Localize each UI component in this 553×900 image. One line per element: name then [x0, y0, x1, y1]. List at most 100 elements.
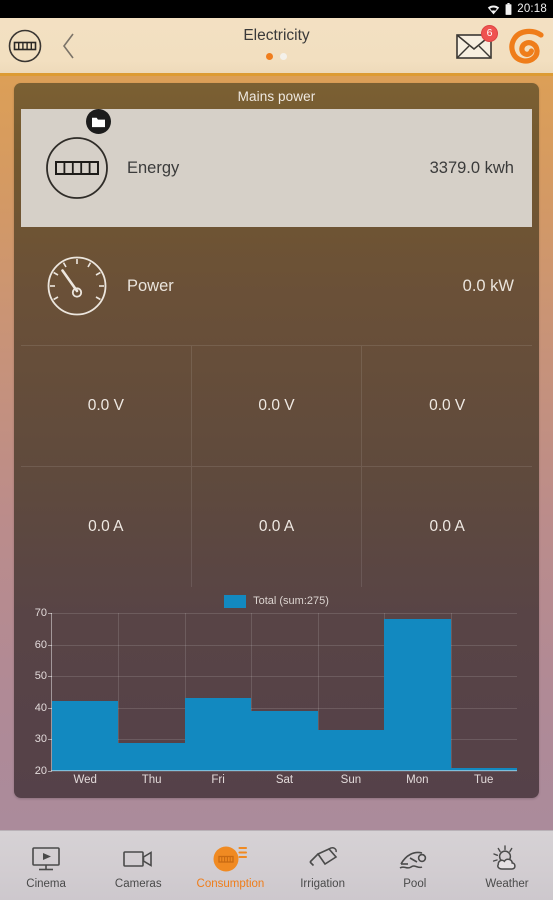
chart-y-axis: [51, 613, 52, 771]
folder-badge[interactable]: [86, 109, 111, 134]
chart-x-labels: Wed Thu Fri Sat Sun Mon Tue: [52, 771, 517, 790]
legend-swatch: [224, 594, 247, 608]
fibaro-logo-icon: [509, 28, 544, 64]
chart-bar-cell[interactable]: [118, 613, 185, 771]
card-title: Mains power: [237, 88, 316, 104]
nav-label-cameras: Cameras: [114, 878, 162, 890]
chart-legend: Total (sum:275): [24, 591, 529, 611]
chart-bar[interactable]: [251, 710, 318, 771]
watering-can-icon: [307, 844, 339, 874]
page-dot-2[interactable]: [280, 52, 287, 60]
chart-x-tick-label: Thu: [141, 774, 162, 786]
chart-y-tick-label: 50: [34, 670, 47, 683]
sun-cloud-icon: [491, 844, 523, 874]
app-bar-actions: 6: [452, 24, 553, 68]
nav-item-irrigation[interactable]: Irrigation: [277, 831, 369, 900]
chart-x-tick-label: Tue: [474, 774, 494, 786]
chart-x-tick-label: Wed: [73, 774, 97, 786]
status-bar-clock: 20:18: [517, 3, 547, 15]
electricity-meter-icon: [8, 29, 42, 62]
nav-label-pool: Pool: [403, 878, 427, 890]
mail-button[interactable]: 6: [452, 24, 500, 66]
nav-item-cameras[interactable]: Cameras: [92, 831, 184, 900]
measurement-row-voltage: 0.0 V 0.0 V 0.0 V: [21, 345, 533, 466]
chart-y-tick-label: 30: [34, 733, 47, 746]
measurement-grid: 0.0 V 0.0 V 0.0 V 0.0 A 0.0 A 0.0 A: [14, 345, 539, 587]
wifi-icon: [488, 4, 500, 14]
nav-item-weather[interactable]: Weather: [461, 831, 553, 900]
row-energy-icon-wrap: [39, 109, 115, 201]
chart-x-tick-label: Fri: [211, 774, 225, 786]
app-root: 20:18 Electricity 6 Mains power Energy 3…: [0, 0, 553, 900]
chart-plot-area: 20 30 40 50 60 70: [35, 607, 517, 777]
measurement-row-current: 0.0 A 0.0 A 0.0 A: [21, 466, 533, 587]
cell-current-1[interactable]: 0.0 A: [21, 466, 192, 587]
app-bar: Electricity 6: [0, 18, 553, 76]
page-dot-1[interactable]: [266, 52, 273, 60]
tv-play-icon: [31, 844, 61, 874]
content-area: Mains power Energy 3379.0 kwh Power 0.0 …: [0, 76, 553, 830]
chart-y-tick-mark: [48, 644, 52, 646]
chart-bar-cell[interactable]: [251, 613, 318, 771]
chart-y-tick-label: 40: [34, 701, 47, 714]
mains-power-card: Mains power Energy 3379.0 kwh Power 0.0 …: [14, 83, 539, 798]
chart-x-tick-label: Sun: [340, 774, 362, 786]
logo-button[interactable]: [504, 24, 548, 68]
nav-item-cinema[interactable]: Cinema: [0, 831, 92, 900]
chart-bar[interactable]: [384, 619, 451, 771]
chart-bar-cell[interactable]: [450, 613, 517, 771]
chart-y-tick-label: 20: [34, 765, 47, 777]
bottom-nav: Cinema Cameras Consumption Irrigation Po…: [0, 830, 553, 900]
chart-y-tick-mark: [48, 613, 52, 614]
page-title: Electricity: [243, 27, 310, 45]
chart-bar-cell[interactable]: [184, 613, 252, 771]
chart-y-tick-mark: [48, 739, 52, 741]
nav-label-cinema: Cinema: [26, 878, 66, 890]
chart-y-tick-mark: [48, 676, 52, 678]
chart-bar[interactable]: [52, 701, 119, 771]
electricity-meter-icon: [212, 844, 248, 874]
status-bar: 20:18: [0, 0, 553, 18]
chart-bar[interactable]: [118, 742, 185, 771]
nav-label-consumption: Consumption: [196, 878, 265, 890]
folder-icon: [92, 117, 105, 128]
chart-y-tick-label: 70: [34, 607, 47, 619]
battery-icon: [505, 3, 512, 15]
cell-voltage-3[interactable]: 0.0 V: [362, 345, 533, 466]
row-power-label: Power: [127, 276, 174, 295]
chart-bar[interactable]: [317, 729, 385, 771]
gauge-icon: [47, 256, 107, 316]
chart-bar-cell[interactable]: [52, 613, 119, 771]
chart-plot: 20 30 40 50 60 70 Wed Thu Fri Sat Sun Mon Tue: [35, 607, 517, 790]
video-camera-icon: [122, 844, 154, 874]
page-indicator[interactable]: [266, 52, 287, 60]
nav-item-consumption[interactable]: Consumption: [184, 831, 276, 900]
chart-bar-cell[interactable]: [317, 613, 385, 771]
row-energy-label: Energy: [127, 158, 180, 177]
row-power-icon-wrap: [39, 253, 115, 319]
legend-label: Total (sum:275): [253, 595, 329, 607]
row-power-value: 0.0 kW: [462, 276, 514, 295]
nav-label-weather: Weather: [485, 878, 529, 890]
nav-item-pool[interactable]: Pool: [369, 831, 461, 900]
cell-current-2[interactable]: 0.0 A: [191, 466, 363, 587]
cell-voltage-1[interactable]: 0.0 V: [21, 345, 192, 466]
row-energy[interactable]: Energy 3379.0 kwh: [21, 109, 532, 227]
mail-badge: 6: [481, 24, 498, 42]
electricity-meter-icon: [46, 137, 108, 199]
chart-bar[interactable]: [184, 698, 252, 771]
swimmer-icon: [398, 844, 432, 874]
chart-x-tick-label: Sat: [275, 774, 294, 786]
chevron-left-icon: [63, 33, 74, 58]
meter-button[interactable]: [6, 27, 44, 65]
cell-voltage-2[interactable]: 0.0 V: [191, 345, 363, 466]
card-rows: Energy 3379.0 kwh Power 0.0 kW: [14, 109, 539, 345]
cell-current-3[interactable]: 0.0 A: [362, 466, 533, 587]
chart-bar-cell[interactable]: [384, 613, 451, 771]
row-energy-value: 3379.0 kwh: [429, 158, 514, 177]
row-power[interactable]: Power 0.0 kW: [21, 227, 532, 345]
chart-y-tick-label: 60: [34, 638, 47, 651]
chart-bars: [52, 613, 517, 771]
back-button[interactable]: [52, 24, 86, 68]
consumption-chart[interactable]: Total (sum:275) 20 30 40 50 60 70 Wed Thu Fri Sa…: [14, 587, 539, 798]
